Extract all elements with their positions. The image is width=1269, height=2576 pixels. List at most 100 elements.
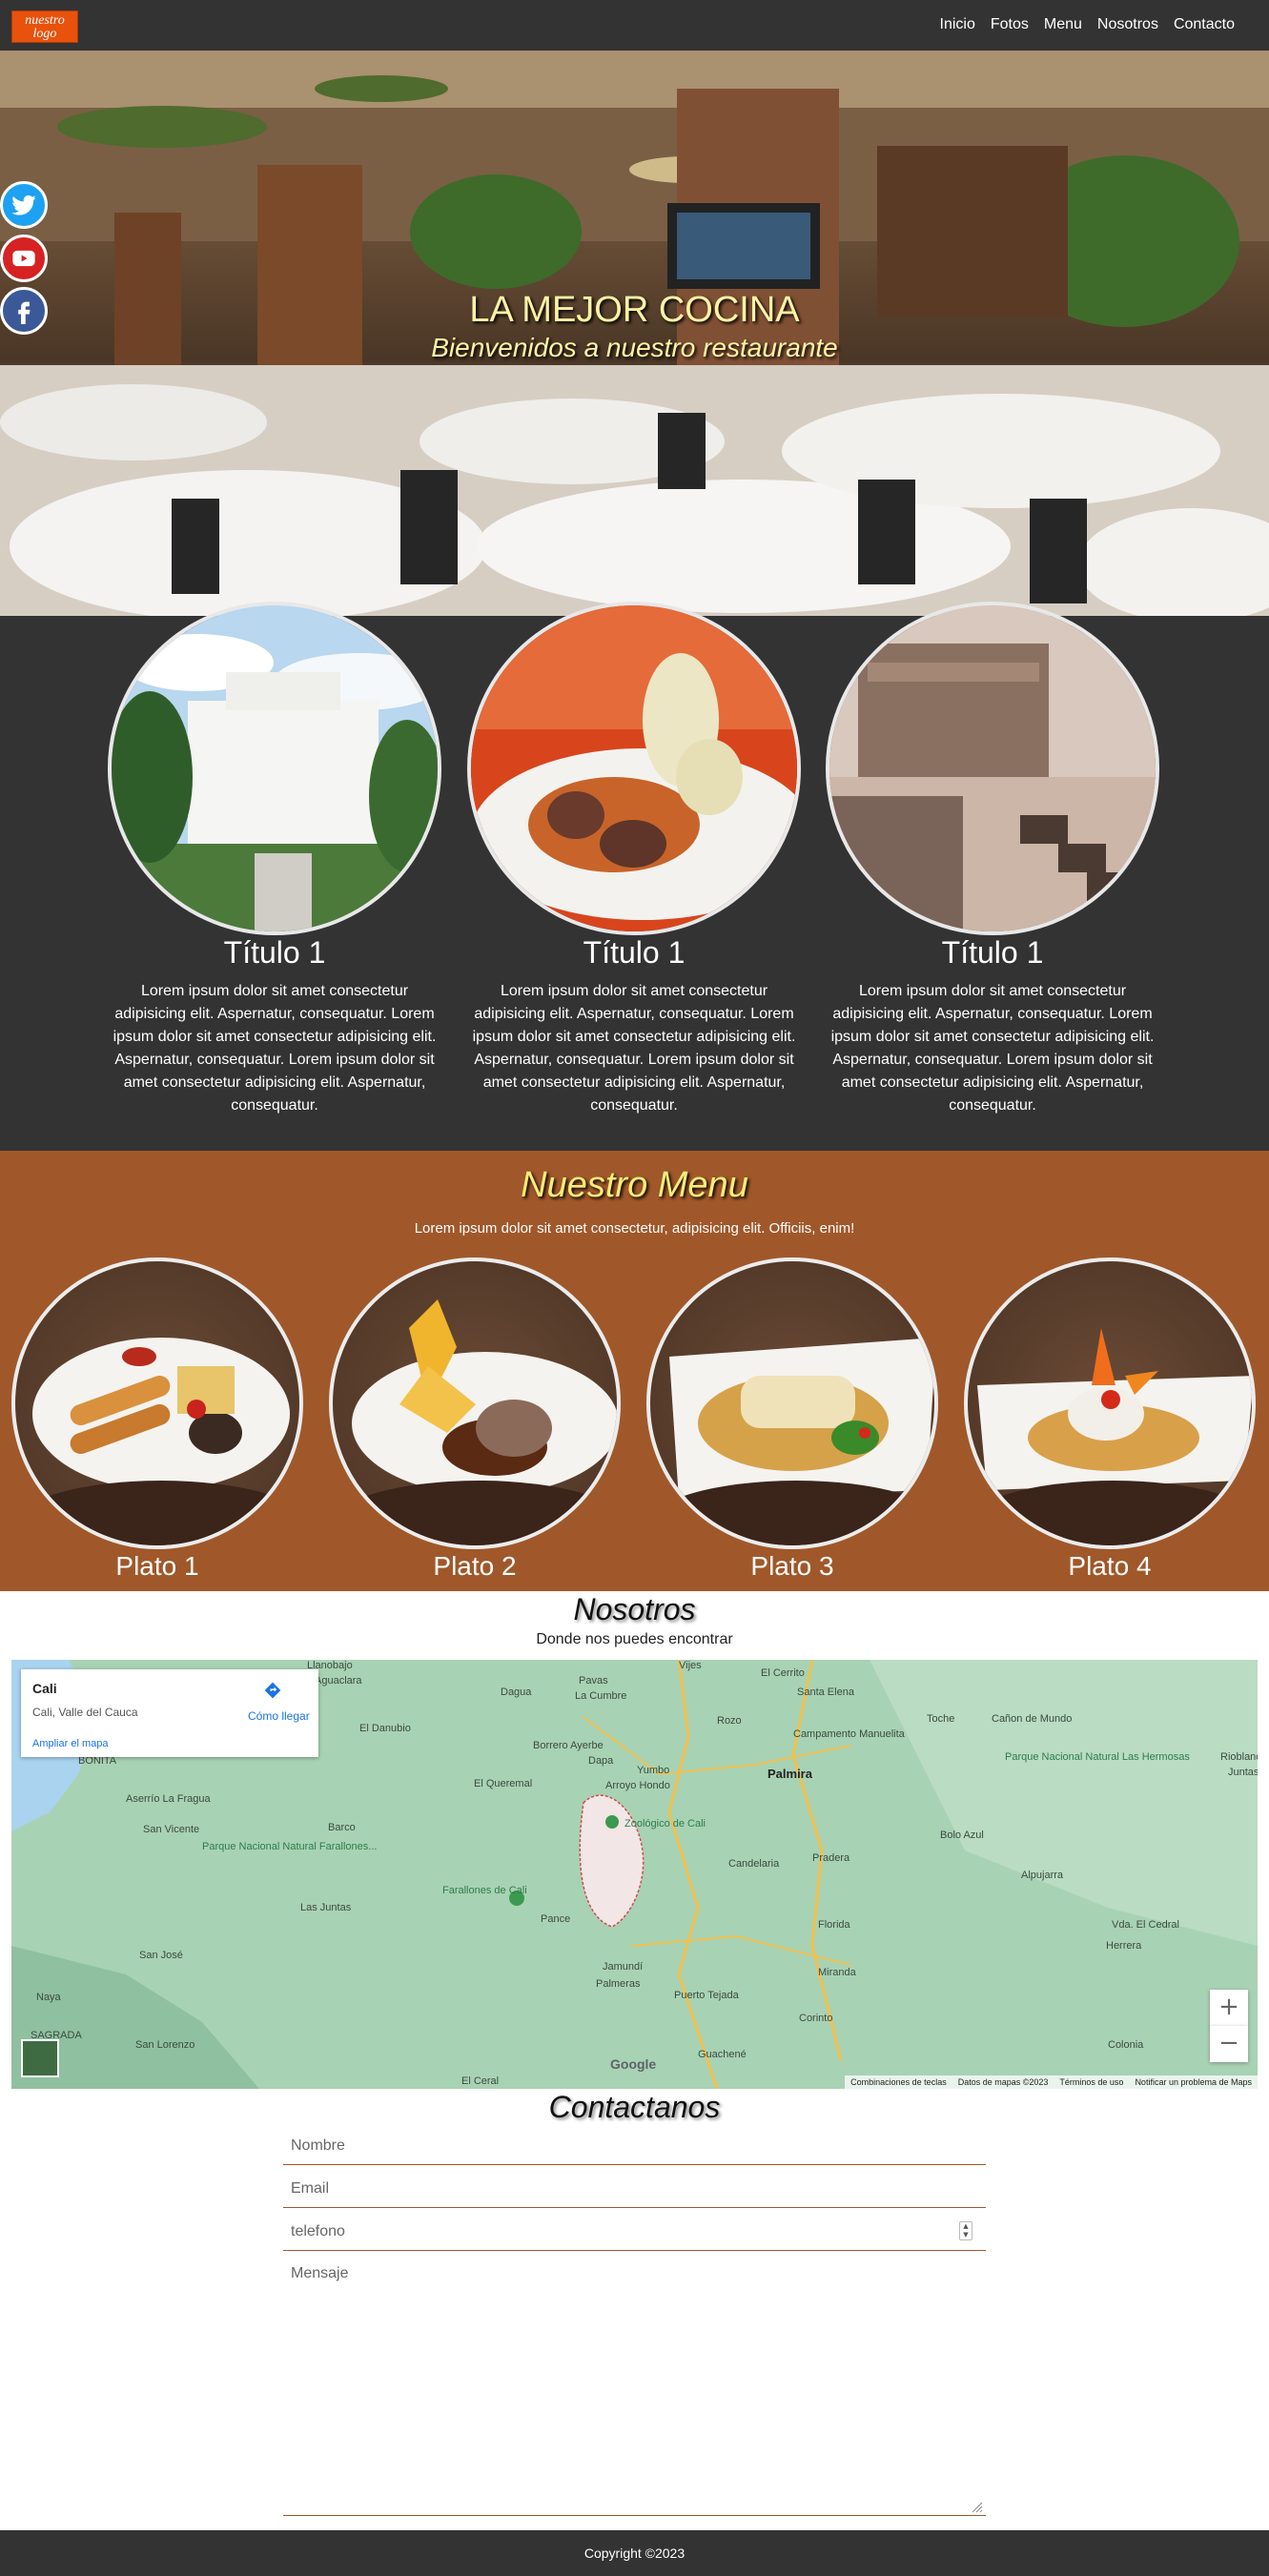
map-report-link[interactable]: Notificar un problema de Maps — [1135, 2075, 1252, 2089]
map-label: Alpujarra — [1021, 1870, 1064, 1881]
map-label: Jamundí — [603, 1961, 644, 1973]
feature-title: Título 1 — [941, 935, 1044, 970]
map-label: Dagua — [501, 1687, 532, 1698]
map-terms-link[interactable]: Términos de uso — [1059, 2075, 1123, 2089]
map-label: Puerto Tejada — [674, 1990, 739, 2001]
map-label: Colonia — [1108, 2039, 1144, 2051]
nav-link-contacto[interactable]: Contacto — [1174, 16, 1235, 33]
phone-field[interactable] — [283, 2213, 986, 2251]
hero-subtitle: Bienvenidos a nuestro restaurante — [431, 333, 838, 362]
map-shortcuts-link[interactable]: Combinaciones de teclas — [850, 2075, 947, 2089]
resize-grip-icon[interactable] — [972, 2502, 983, 2513]
nosotros-subtitle: Donde nos puedes encontrar — [536, 1631, 733, 1647]
map-label: Palmeras — [596, 1978, 641, 1990]
twitter-icon — [11, 194, 36, 215]
map-label: Pradera — [812, 1852, 850, 1864]
email-field[interactable] — [283, 2170, 986, 2208]
page-footer: Copyright ©2023 — [0, 2530, 1269, 2576]
map-label: Cañon de Mundo — [992, 1713, 1073, 1725]
map-label: El Danubio — [359, 1723, 411, 1734]
map-label: Palmira — [768, 1767, 812, 1781]
map-label: Arroyo Hondo — [605, 1780, 670, 1791]
nav-links: Inicio Fotos Menu Nosotros Contacto — [940, 16, 1235, 33]
nosotros-title: Nosotros — [573, 1592, 696, 1626]
zoom-in-button[interactable]: + — [1210, 1990, 1248, 2026]
map-label: Toche — [927, 1713, 955, 1725]
feature-section: Título 1 Lorem ipsum dolor sit amet cons… — [0, 602, 1269, 1151]
feature-title: Título 1 — [223, 935, 326, 970]
directions-link[interactable]: Cómo llegar — [248, 1709, 310, 1723]
map-label: El Cerrito — [761, 1667, 805, 1679]
zoom-out-button[interactable]: − — [1210, 2026, 1248, 2062]
plate-image — [646, 1257, 938, 1549]
menu-title: Nuestro Menu — [521, 1165, 748, 1205]
map-label: Aserrío La Fragua — [126, 1793, 211, 1805]
plate-label: Plato 2 — [433, 1551, 517, 1581]
feature-text: Lorem ipsum dolor sit amet consectetur a… — [472, 983, 796, 1114]
plate-image — [964, 1257, 1256, 1549]
youtube-link[interactable] — [0, 235, 48, 282]
plate-image — [329, 1257, 621, 1549]
map-label: San Vicente — [143, 1824, 200, 1835]
nav-link-fotos[interactable]: Fotos — [991, 16, 1029, 33]
plate-image — [11, 1257, 303, 1549]
map-label: Dapa — [588, 1755, 614, 1767]
contact-title: Contactanos — [548, 2090, 721, 2124]
plate-label: Plato 4 — [1068, 1551, 1152, 1581]
map-label: Yumbo — [637, 1765, 670, 1776]
copyright-text: Copyright ©2023 — [583, 2545, 686, 2561]
map-data-text: Datos de mapas ©2023 — [957, 2077, 1049, 2087]
map-place-address: Cali, Valle del Cauca — [32, 1706, 138, 1719]
map-label: Aguaclara — [315, 1675, 362, 1687]
enlarge-map-link[interactable]: Ampliar el mapa — [32, 1738, 108, 1749]
menu-section: Nuestro Menu Lorem ipsum dolor sit amet … — [0, 1151, 1269, 1591]
map-label: Vijes — [679, 1660, 702, 1671]
map-layer-toggle[interactable] — [21, 2039, 59, 2077]
menu-subtitle: Lorem ipsum dolor sit amet consectetur, … — [414, 1220, 855, 1237]
map-label: Rozo — [717, 1715, 742, 1727]
logo[interactable]: nuestro logo — [11, 10, 78, 43]
map-label: Pance — [541, 1913, 571, 1925]
map-embed[interactable]: Llanobajo Aguaclara Vijes El Cerrito Pav… — [11, 1660, 1258, 2089]
map-label: San José — [139, 1950, 183, 1961]
twitter-link[interactable] — [0, 181, 48, 229]
map-label: Borrero Ayerbe — [533, 1740, 604, 1751]
map-label: Santa Elena — [797, 1687, 854, 1698]
map-label: Campamento Manuelita — [793, 1728, 905, 1740]
feature-image-old-street — [826, 602, 1159, 935]
youtube-icon — [12, 250, 35, 267]
feature-text: Lorem ipsum dolor sit amet consectetur a… — [830, 983, 1155, 1114]
map-label: Corinto — [799, 2013, 833, 2024]
nav-link-nosotros[interactable]: Nosotros — [1097, 16, 1158, 33]
nav-link-menu[interactable]: Menu — [1044, 16, 1082, 33]
google-logo: Google — [610, 2056, 657, 2072]
map-label: San Lorenzo — [135, 2039, 195, 2051]
map-label: Parque Nacional Natural Farallones... — [202, 1841, 378, 1852]
phone-spinner[interactable]: ▲ ▼ — [959, 2221, 972, 2240]
map-label: Juntas — [1228, 1767, 1258, 1778]
map-label: Farallones de Cali — [442, 1885, 527, 1896]
nav-link-inicio[interactable]: Inicio — [940, 16, 975, 33]
directions-icon[interactable] — [263, 1681, 282, 1700]
feature-title: Título 1 — [583, 935, 686, 970]
map-label: Zoológico de Cali — [624, 1818, 706, 1830]
map-label: Barco — [328, 1822, 356, 1833]
map-label: La Cumbre — [575, 1690, 627, 1702]
map-label: Miranda — [818, 1967, 856, 1978]
hero-banner: LA MEJOR COCINA Bienvenidos a nuestro re… — [0, 51, 1269, 616]
feature-image-palace — [108, 602, 441, 935]
map-label: Rioblanco — [1220, 1751, 1258, 1763]
map-label: Bolo Azul — [940, 1830, 984, 1841]
name-field[interactable] — [283, 2127, 986, 2165]
map-place-card: Cali Cali, Valle del Cauca Cómo llegar A… — [21, 1669, 318, 1757]
map-label: Florida — [818, 1919, 850, 1931]
map-label: Guachené — [698, 2049, 747, 2060]
map-label: Pavas — [579, 1675, 608, 1687]
map-label: El Ceral — [461, 2075, 500, 2087]
map-label: Vda. El Cedral — [1112, 1919, 1179, 1931]
map-label: El Queremal — [474, 1778, 533, 1789]
feature-image-dish — [467, 602, 801, 935]
map-label: Candelaria — [728, 1858, 780, 1870]
plate-label: Plato 1 — [115, 1551, 199, 1581]
message-field[interactable] — [283, 2256, 986, 2516]
